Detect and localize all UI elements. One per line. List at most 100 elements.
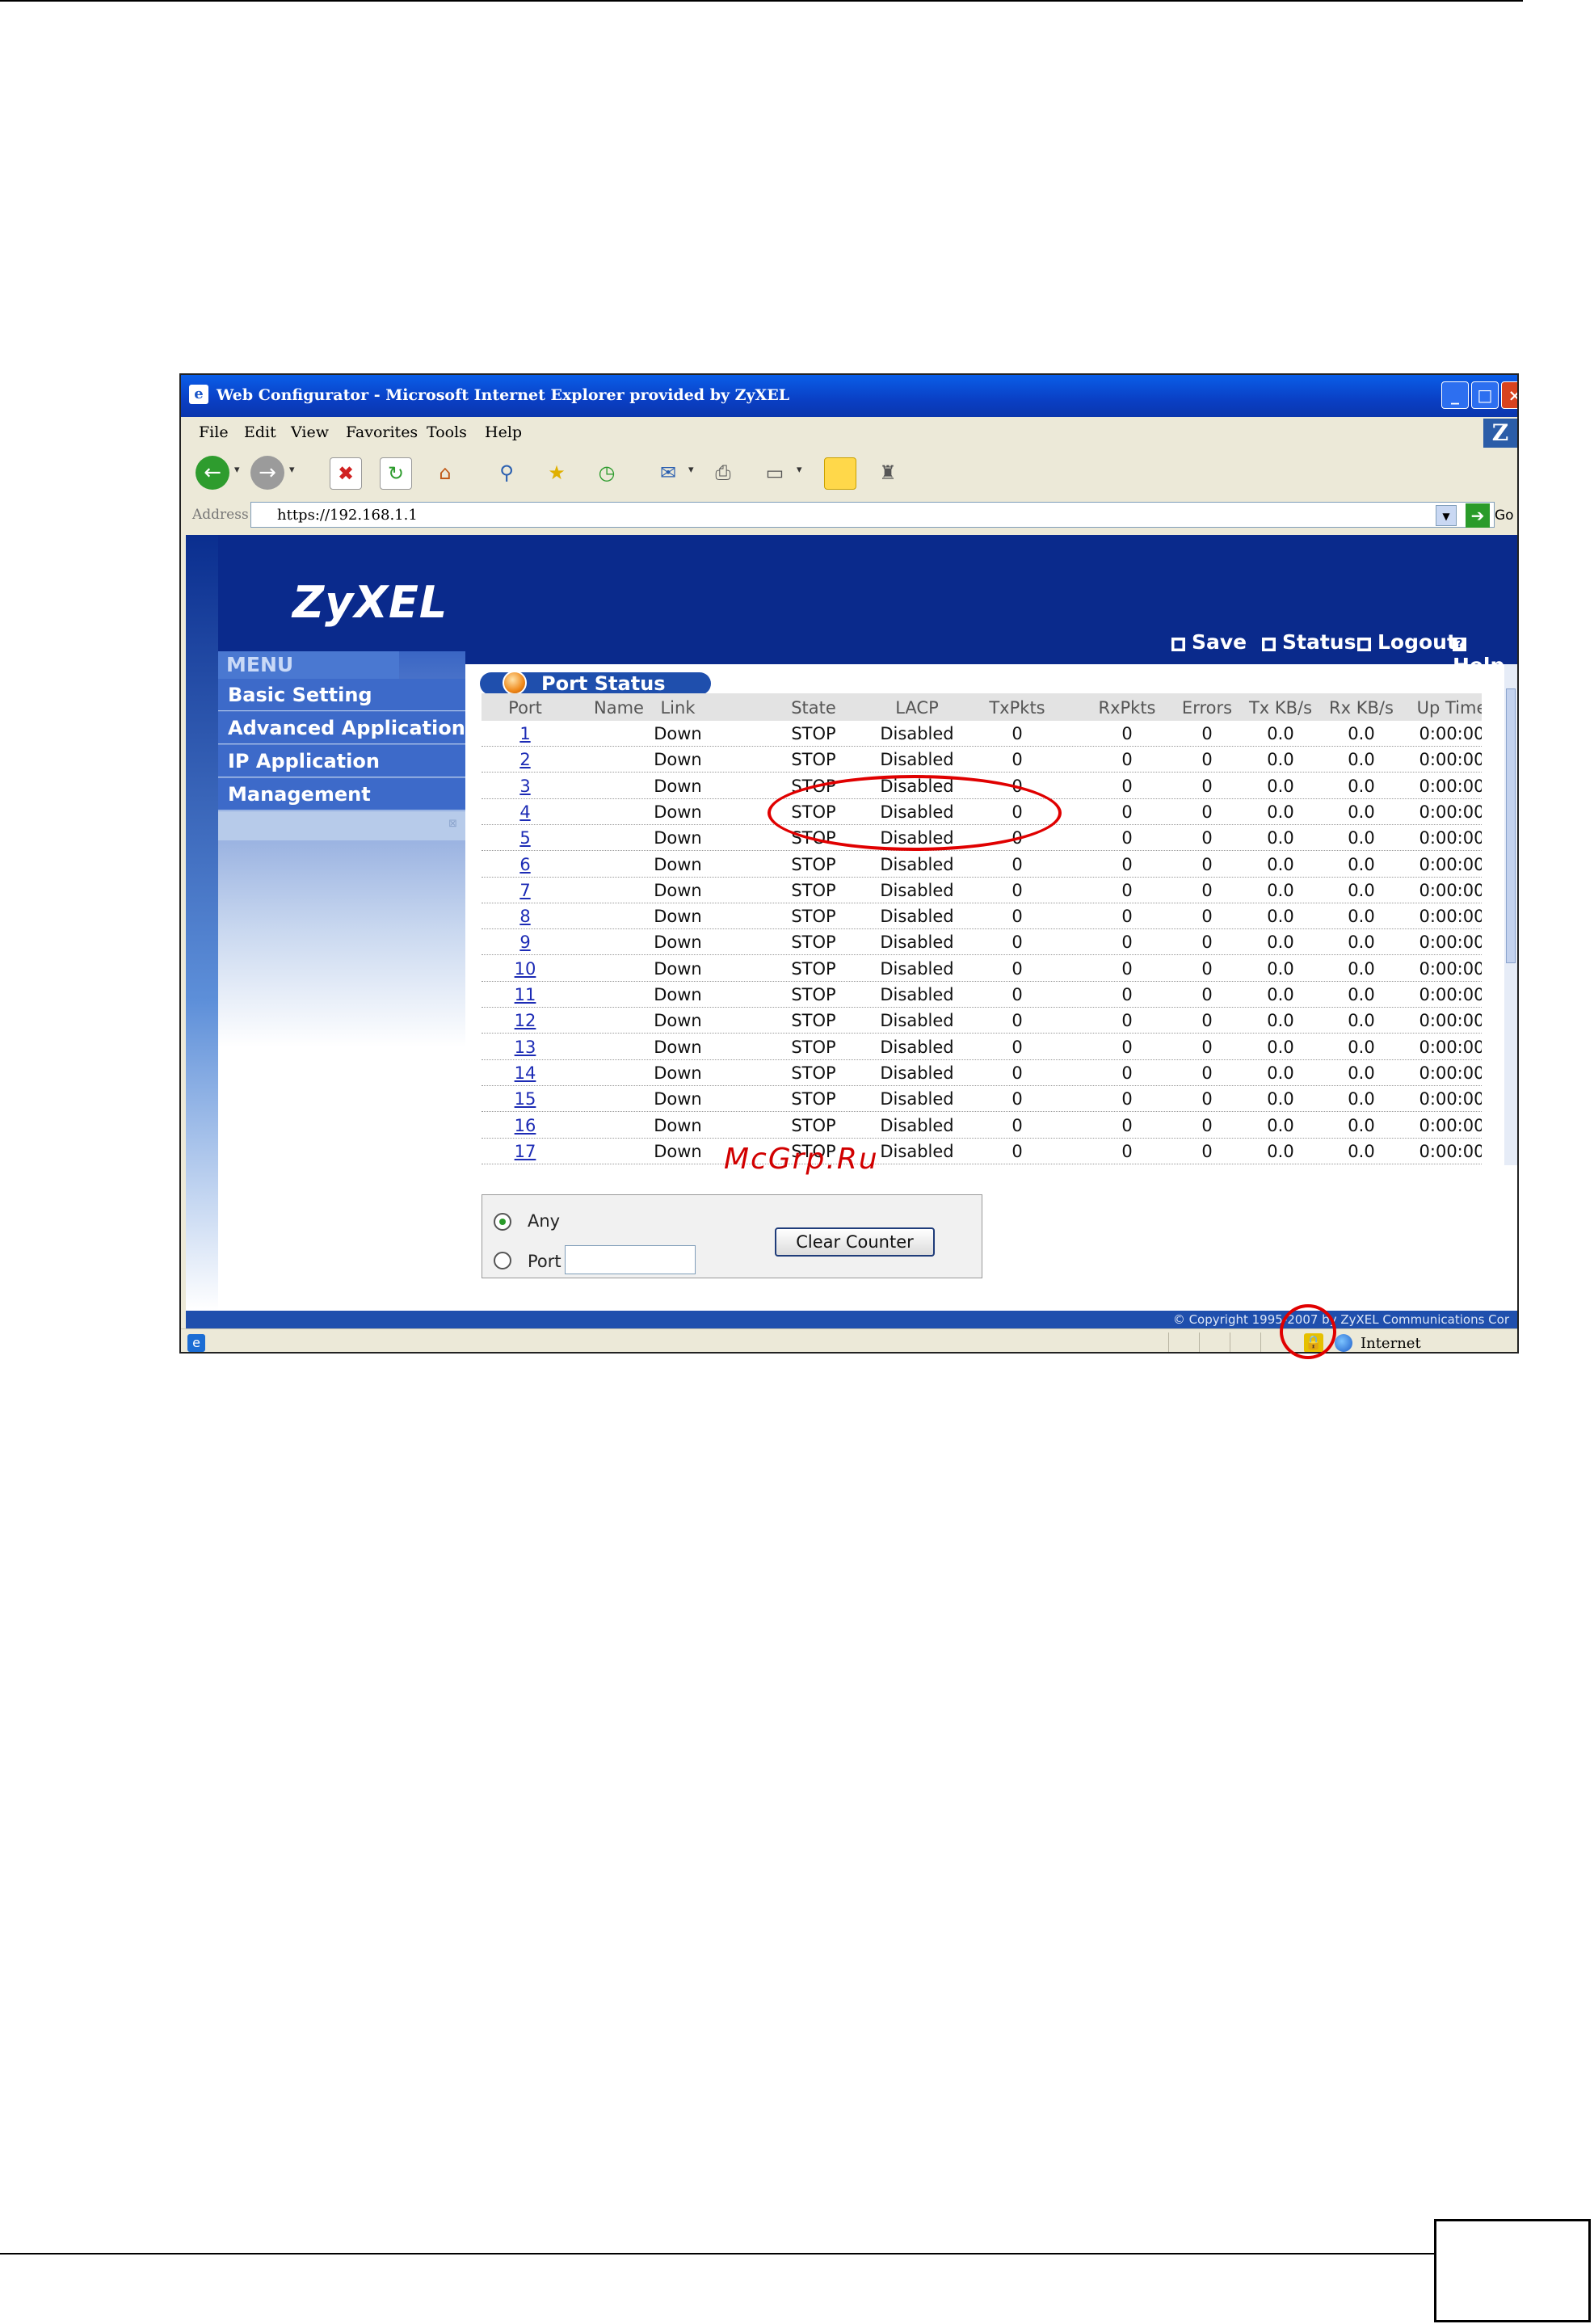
table-cell: Disabled — [880, 724, 954, 743]
column-header: RxPkts — [1098, 698, 1156, 718]
table-cell: 0 — [1201, 958, 1213, 979]
port-number-input[interactable] — [565, 1245, 696, 1274]
port-link[interactable]: 16 — [501, 1116, 549, 1135]
table-header-row: Port Name Link State LACP TxPkts RxPkts Errors T… — [482, 693, 1482, 721]
minimize-icon[interactable]: _ — [1441, 381, 1469, 409]
save-link[interactable]: ■ Save — [1171, 630, 1247, 654]
table-cell: 0 — [1121, 828, 1133, 848]
collapse-icon[interactable]: ⊠ — [448, 818, 457, 830]
scroll-thumb[interactable] — [1506, 688, 1516, 963]
sidebar-item-management[interactable]: Management — [218, 778, 465, 810]
table-cell: Down — [654, 802, 702, 822]
sidebar-item-ip-application[interactable]: IP Application — [218, 745, 465, 777]
maximize-icon[interactable]: □ — [1471, 381, 1499, 409]
note-icon[interactable] — [824, 457, 856, 490]
search-icon[interactable]: ⚲ — [491, 457, 522, 488]
back-dropdown-icon[interactable]: ▾ — [234, 464, 240, 476]
menu-view[interactable]: View — [291, 423, 329, 441]
port-link[interactable]: 17 — [501, 1142, 549, 1161]
table-row: 14 Down STOP Disabled 0 0 0 0.0 0.0 0:00:00 — [482, 1060, 1482, 1086]
page-top-rule — [0, 0, 1523, 2]
table-cell: 0:00:00 — [1419, 854, 1482, 874]
menu-help[interactable]: Help — [485, 423, 522, 441]
close-icon[interactable]: × — [1501, 381, 1517, 409]
port-link[interactable]: 8 — [501, 907, 549, 926]
messenger-icon[interactable]: ♜ — [873, 457, 903, 488]
port-link[interactable]: 5 — [501, 828, 549, 848]
table-cell: 0 — [1121, 724, 1133, 743]
table-cell: 0:00:00 — [1419, 1011, 1482, 1031]
port-link[interactable]: 3 — [501, 777, 549, 796]
table-cell: Disabled — [880, 880, 954, 900]
mail-icon[interactable]: ✉ — [653, 457, 683, 488]
table-cell: 0 — [1201, 1011, 1213, 1031]
port-link[interactable]: 2 — [501, 750, 549, 769]
go-button[interactable]: Go — [1495, 507, 1514, 524]
table-cell: Down — [654, 933, 702, 953]
menu-file[interactable]: File — [199, 423, 229, 441]
table-scrollbar[interactable] — [1504, 664, 1517, 1165]
address-dropdown-icon[interactable]: ▼ — [1436, 505, 1457, 526]
port-link[interactable]: 10 — [501, 959, 549, 979]
port-link[interactable]: 11 — [501, 985, 549, 1004]
history-icon[interactable]: ◷ — [591, 457, 622, 488]
table-cell: STOP — [791, 880, 836, 900]
table-cell: 0.0 — [1267, 880, 1294, 900]
mail-dropdown-icon[interactable]: ▾ — [688, 464, 694, 476]
port-link[interactable]: 7 — [501, 881, 549, 900]
status-link[interactable]: ■ Status — [1262, 630, 1356, 654]
edit-dropdown-icon[interactable]: ▾ — [797, 464, 802, 476]
menu-favorites[interactable]: Favorites — [346, 423, 418, 441]
column-header: LACP — [895, 698, 939, 718]
table-cell: Down — [654, 724, 702, 743]
forward-icon[interactable]: → — [250, 456, 284, 490]
back-icon[interactable]: ← — [196, 456, 229, 490]
menu-edit[interactable]: Edit — [244, 423, 276, 441]
column-header: Link — [660, 698, 696, 718]
status-separator — [1168, 1333, 1169, 1352]
table-cell: 0 — [1121, 802, 1133, 822]
menu-tools[interactable]: Tools — [427, 423, 467, 441]
favorites-icon[interactable]: ★ — [541, 457, 572, 488]
table-cell: STOP — [791, 724, 836, 743]
table-cell: 0.0 — [1348, 985, 1375, 1004]
address-input[interactable]: https://192.168.1.1 — [250, 502, 1495, 528]
title-bar[interactable]: e Web Configurator - Microsoft Internet … — [181, 375, 1517, 417]
table-row: 13 Down STOP Disabled 0 0 0 0.0 0.0 0:00:00 — [482, 1034, 1482, 1060]
port-link[interactable]: 6 — [501, 855, 549, 874]
clear-counter-button[interactable]: Clear Counter — [775, 1227, 935, 1257]
refresh-icon[interactable]: ↻ — [380, 457, 412, 490]
port-link[interactable]: 13 — [501, 1038, 549, 1057]
port-link[interactable]: 12 — [501, 1011, 549, 1030]
port-link[interactable]: 9 — [501, 933, 549, 952]
print-icon[interactable]: ⎙ — [708, 457, 738, 488]
port-radio[interactable] — [494, 1252, 511, 1269]
column-header: TxPkts — [989, 698, 1045, 718]
port-link[interactable]: 15 — [501, 1089, 549, 1109]
forward-dropdown-icon[interactable]: ▾ — [289, 464, 295, 476]
table-cell: 0 — [1121, 1037, 1133, 1057]
table-cell: Down — [654, 1011, 702, 1031]
security-zone: Internet — [1361, 1335, 1421, 1352]
port-link[interactable]: 14 — [501, 1063, 549, 1083]
home-icon[interactable]: ⌂ — [430, 457, 461, 488]
table-cell: 0 — [1201, 1141, 1213, 1161]
globe-icon — [1335, 1334, 1352, 1352]
stop-icon[interactable]: ✖ — [330, 457, 362, 490]
table-cell: 0 — [1121, 1089, 1133, 1109]
sidebar-item-advanced-application[interactable]: Advanced Application — [218, 712, 465, 744]
table-row: 12 Down STOP Disabled 0 0 0 0.0 0.0 0:00:00 — [482, 1008, 1482, 1034]
left-decor-strip — [186, 535, 218, 1311]
port-link[interactable]: 4 — [501, 802, 549, 822]
annotation-circle-rows — [768, 775, 1062, 851]
table-cell: 0.0 — [1348, 750, 1375, 770]
go-icon[interactable]: ➔ — [1466, 503, 1490, 528]
table-cell: 0 — [1201, 985, 1213, 1004]
table-cell: 0 — [1011, 1089, 1023, 1109]
sidebar-item-basic-setting[interactable]: Basic Setting — [218, 679, 465, 711]
table-cell: 0:00:00 — [1419, 1089, 1482, 1109]
edit-icon[interactable]: ▭ — [759, 457, 790, 488]
port-link[interactable]: 1 — [501, 724, 549, 743]
any-radio[interactable] — [494, 1213, 511, 1231]
logout-link[interactable]: ■ Logout — [1357, 630, 1457, 654]
